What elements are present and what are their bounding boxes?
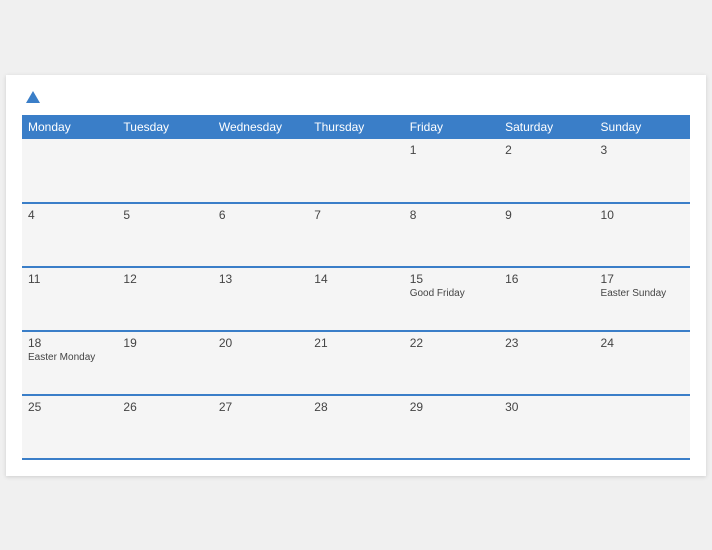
day-number: 8 — [410, 208, 493, 222]
day-number: 12 — [123, 272, 206, 286]
logo-triangle-icon — [26, 91, 40, 103]
day-number: 28 — [314, 400, 397, 414]
calendar-cell: 29 — [404, 395, 499, 459]
calendar-cell: 30 — [499, 395, 594, 459]
calendar-cell: 6 — [213, 203, 308, 267]
day-number: 16 — [505, 272, 588, 286]
day-number: 29 — [410, 400, 493, 414]
holiday-label: Good Friday — [410, 288, 493, 299]
holiday-label: Easter Monday — [28, 352, 111, 363]
calendar-container: Monday Tuesday Wednesday Thursday Friday… — [6, 75, 706, 476]
day-number: 23 — [505, 336, 588, 350]
calendar-cell: 14 — [308, 267, 403, 331]
calendar-cell: 24 — [595, 331, 690, 395]
calendar-cell — [213, 139, 308, 203]
header-tuesday: Tuesday — [117, 115, 212, 139]
week-row-4: 18 Easter Monday 19 20 21 22 23 24 — [22, 331, 690, 395]
calendar-header — [22, 91, 690, 103]
day-number: 11 — [28, 272, 111, 286]
day-number: 4 — [28, 208, 111, 222]
week-row-1: 123 — [22, 139, 690, 203]
day-number: 27 — [219, 400, 302, 414]
day-number: 3 — [601, 143, 684, 157]
day-number: 10 — [601, 208, 684, 222]
header-saturday: Saturday — [499, 115, 594, 139]
calendar-cell: 19 — [117, 331, 212, 395]
week-row-3: 11 12 13 14 15 Good Friday 16 17 Easter Sunday — [22, 267, 690, 331]
calendar-cell: 8 — [404, 203, 499, 267]
day-number: 2 — [505, 143, 588, 157]
day-number: 17 — [601, 272, 684, 286]
calendar-cell — [22, 139, 117, 203]
day-number: 18 — [28, 336, 111, 350]
header-monday: Monday — [22, 115, 117, 139]
calendar-cell: 11 — [22, 267, 117, 331]
calendar-cell — [595, 395, 690, 459]
calendar-cell: 1 — [404, 139, 499, 203]
week-row-2: 456789 10 — [22, 203, 690, 267]
calendar-cell: 17 Easter Sunday — [595, 267, 690, 331]
day-number: 26 — [123, 400, 206, 414]
day-number: 7 — [314, 208, 397, 222]
calendar-cell: 21 — [308, 331, 403, 395]
week-row-5: 25 26 27 28 29 30 — [22, 395, 690, 459]
calendar-cell: 16 — [499, 267, 594, 331]
calendar-cell — [308, 139, 403, 203]
calendar-cell: 10 — [595, 203, 690, 267]
day-number: 5 — [123, 208, 206, 222]
day-number: 24 — [601, 336, 684, 350]
calendar-cell: 2 — [499, 139, 594, 203]
header-friday: Friday — [404, 115, 499, 139]
day-number: 15 — [410, 272, 493, 286]
calendar-cell: 26 — [117, 395, 212, 459]
day-number: 30 — [505, 400, 588, 414]
calendar-cell: 27 — [213, 395, 308, 459]
calendar-cell: 5 — [117, 203, 212, 267]
day-number: 6 — [219, 208, 302, 222]
calendar-cell: 20 — [213, 331, 308, 395]
calendar-cell: 4 — [22, 203, 117, 267]
calendar-cell: 25 — [22, 395, 117, 459]
calendar-cell: 23 — [499, 331, 594, 395]
calendar-cell: 9 — [499, 203, 594, 267]
calendar-table: Monday Tuesday Wednesday Thursday Friday… — [22, 115, 690, 460]
day-headers-row: Monday Tuesday Wednesday Thursday Friday… — [22, 115, 690, 139]
header-sunday: Sunday — [595, 115, 690, 139]
calendar-cell: 7 — [308, 203, 403, 267]
calendar-cell — [117, 139, 212, 203]
logo — [22, 91, 40, 103]
day-number: 19 — [123, 336, 206, 350]
day-number: 20 — [219, 336, 302, 350]
day-number: 1 — [410, 143, 493, 157]
calendar-cell: 13 — [213, 267, 308, 331]
calendar-cell: 28 — [308, 395, 403, 459]
holiday-label: Easter Sunday — [601, 288, 684, 299]
calendar-cell: 18 Easter Monday — [22, 331, 117, 395]
day-number: 21 — [314, 336, 397, 350]
day-number: 9 — [505, 208, 588, 222]
day-number: 13 — [219, 272, 302, 286]
header-wednesday: Wednesday — [213, 115, 308, 139]
header-thursday: Thursday — [308, 115, 403, 139]
calendar-cell: 15 Good Friday — [404, 267, 499, 331]
day-number: 14 — [314, 272, 397, 286]
day-number: 22 — [410, 336, 493, 350]
day-number: 25 — [28, 400, 111, 414]
calendar-cell: 22 — [404, 331, 499, 395]
calendar-cell: 3 — [595, 139, 690, 203]
calendar-cell: 12 — [117, 267, 212, 331]
